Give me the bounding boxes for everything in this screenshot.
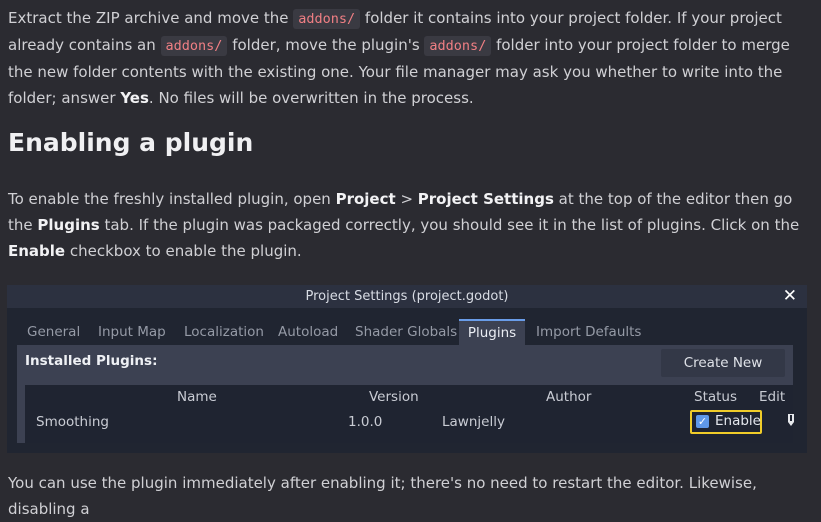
column-header-edit[interactable]: Edit (759, 389, 785, 405)
dialog-titlebar: Project Settings (project.godot) ✕ (7, 285, 807, 308)
tab-shader-globals[interactable]: Shader Globals (355, 319, 460, 345)
install-instructions: Extract the ZIP archive and move the add… (8, 9, 790, 107)
tab-input-map[interactable]: Input Map (98, 319, 178, 345)
edit-icon[interactable] (787, 413, 795, 427)
section-heading: Enabling a plugin (8, 128, 254, 157)
column-header-status[interactable]: Status (694, 389, 737, 405)
installed-plugins-label: Installed Plugins: (25, 353, 158, 369)
enable-label: Enable (715, 413, 761, 429)
tab-general[interactable]: General (17, 319, 97, 345)
dialog-title: Project Settings (project.godot) (305, 289, 509, 304)
close-icon[interactable]: ✕ (783, 285, 797, 308)
plugin-name[interactable]: Smoothing (36, 414, 109, 430)
tab-localization[interactable]: Localization (184, 319, 274, 345)
column-header-name[interactable]: Name (177, 389, 217, 405)
plugins-table: Name Version Author Status Edit Smoothin… (25, 385, 795, 443)
code-addons: addons/ (293, 9, 361, 29)
plugins-panel: Installed Plugins: Create New Plugin Nam… (17, 345, 795, 443)
settings-tabs: General Input Map Localization Autoload … (17, 319, 797, 346)
create-new-plugin-button[interactable]: Create New Plugin (661, 349, 785, 399)
column-header-author[interactable]: Author (546, 389, 591, 405)
enable-checkbox[interactable]: ✓ Enable (690, 410, 762, 434)
project-settings-dialog: Project Settings (project.godot) ✕ Gener… (7, 285, 807, 453)
tab-import-defaults[interactable]: Import Defaults (536, 319, 656, 345)
checkmark-icon: ✓ (696, 415, 709, 428)
after-enable-text: You can use the plugin immediately after… (8, 474, 757, 518)
column-header-version[interactable]: Version (369, 389, 419, 405)
plugin-version: 1.0.0 (348, 414, 383, 430)
code-addons: addons/ (160, 36, 228, 56)
tab-plugins[interactable]: Plugins (459, 319, 525, 346)
enable-instructions: To enable the freshly installed plugin, … (8, 190, 800, 260)
plugin-author: Lawnjelly (442, 414, 505, 430)
code-addons: addons/ (424, 36, 492, 56)
tab-autoload[interactable]: Autoload (278, 319, 346, 345)
